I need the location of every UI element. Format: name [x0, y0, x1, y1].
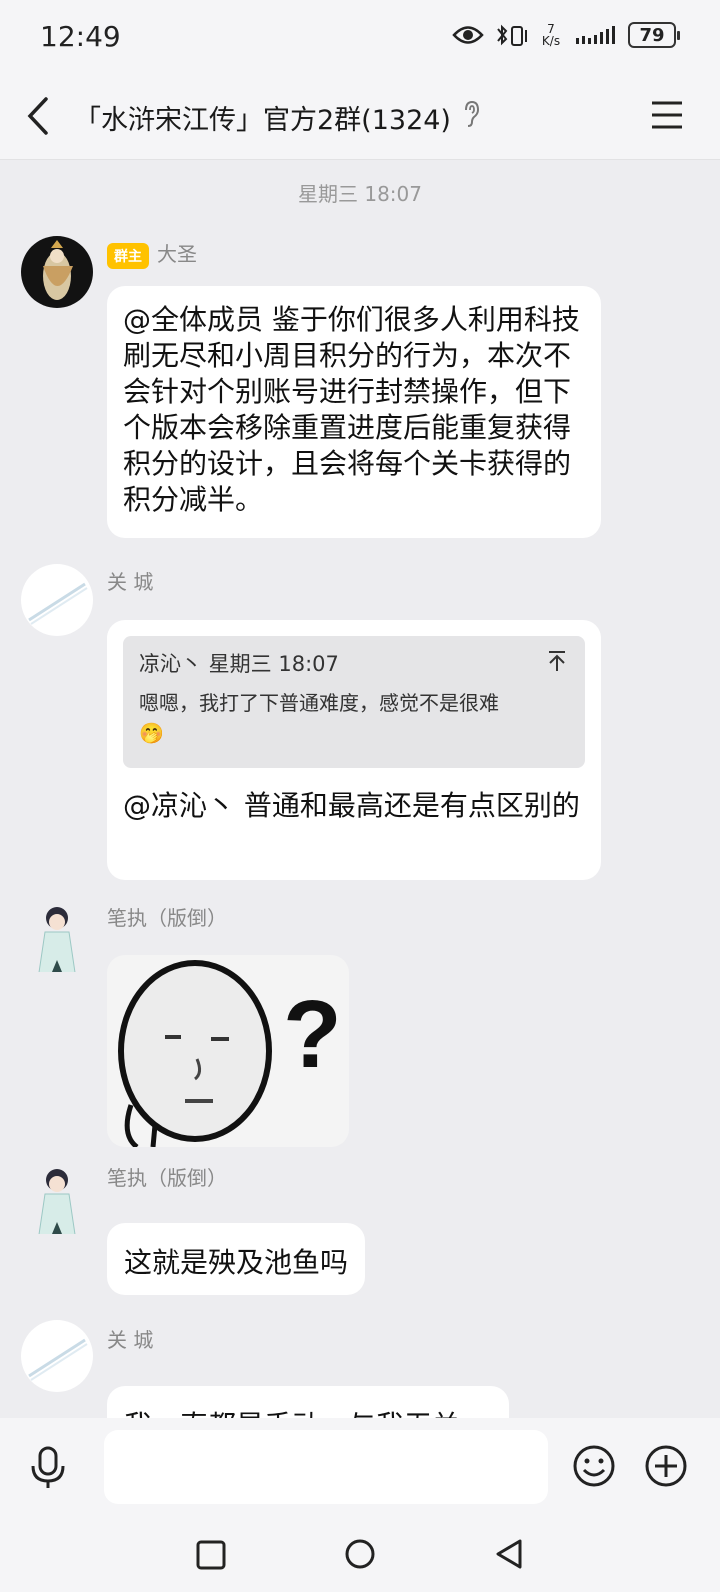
plus-icon[interactable]	[644, 1444, 688, 1488]
microphone-icon[interactable]	[30, 1446, 66, 1490]
sticker-question-mark: ?	[283, 981, 342, 1088]
sender-name: 关 城	[107, 1328, 154, 1352]
home-icon[interactable]	[344, 1538, 376, 1570]
message-bubble[interactable]: 我一直都是手动，与我无关	[107, 1386, 509, 1418]
quote-header: 凉沁丶 星期三 18:07	[139, 652, 339, 676]
input-bar	[0, 1418, 720, 1522]
quoted-message[interactable]: 凉沁丶 星期三 18:07 嗯嗯，我打了下普通难度，感觉不是很难 🤭	[123, 636, 585, 768]
message-timestamp: 星期三 18:07	[298, 182, 422, 206]
bluetooth-vibrate-icon	[497, 24, 527, 46]
message-input[interactable]	[104, 1430, 548, 1504]
back-arrow-icon[interactable]	[26, 96, 50, 136]
avatar[interactable]	[21, 1320, 93, 1392]
sender-name: 笔执（版倒）	[107, 906, 227, 930]
eye-icon	[452, 26, 484, 44]
recent-apps-icon[interactable]	[196, 1540, 226, 1570]
menu-icon[interactable]	[650, 100, 684, 130]
sender-name: 关 城	[107, 570, 154, 594]
battery-indicator: 79	[628, 22, 680, 48]
message-list[interactable]: 星期三 18:07 群主 大圣 @全体成员 鉴于你们很多人利用科技刷无尽和小周目积…	[0, 160, 720, 1418]
emoji-icon: 🤭	[139, 721, 164, 745]
sender-name: 笔执（版倒）	[107, 1166, 227, 1190]
message-bubble[interactable]: 凉沁丶 星期三 18:07 嗯嗯，我打了下普通难度，感觉不是很难 🤭 @凉沁丶 普…	[107, 620, 601, 880]
signal-icon	[576, 26, 615, 44]
status-icons: 7 K/s 79	[452, 22, 680, 48]
avatar[interactable]	[21, 236, 93, 308]
back-icon[interactable]	[494, 1538, 524, 1570]
message-bubble[interactable]: 这就是殃及池鱼吗	[107, 1223, 366, 1295]
network-speed: 7 K/s	[541, 22, 561, 48]
message-bubble[interactable]: @全体成员 鉴于你们很多人利用科技刷无尽和小周目积分的行为，本次不会针对个别账号…	[107, 286, 601, 538]
quote-text: 嗯嗯，我打了下普通难度，感觉不是很难 🤭	[139, 691, 499, 745]
emoji-icon[interactable]	[572, 1444, 616, 1488]
sender-name: 群主 大圣	[107, 238, 197, 269]
status-bar: 12:49 7 K/s 79	[0, 0, 720, 72]
message-text: @凉沁丶 普通和最高还是有点区别的	[123, 789, 580, 822]
system-nav-bar	[0, 1522, 720, 1592]
sticker-image[interactable]: ?	[107, 955, 349, 1147]
jump-to-top-icon[interactable]	[547, 650, 567, 672]
avatar[interactable]	[21, 564, 93, 636]
avatar[interactable]	[21, 1162, 93, 1234]
owner-badge: 群主	[107, 242, 149, 269]
status-time: 12:49	[40, 20, 121, 53]
ear-icon[interactable]	[462, 100, 480, 128]
group-title: 「水浒宋江传」官方2群(1324)	[74, 105, 451, 136]
chat-header: 「水浒宋江传」官方2群(1324)	[0, 72, 720, 160]
avatar[interactable]	[21, 900, 93, 972]
